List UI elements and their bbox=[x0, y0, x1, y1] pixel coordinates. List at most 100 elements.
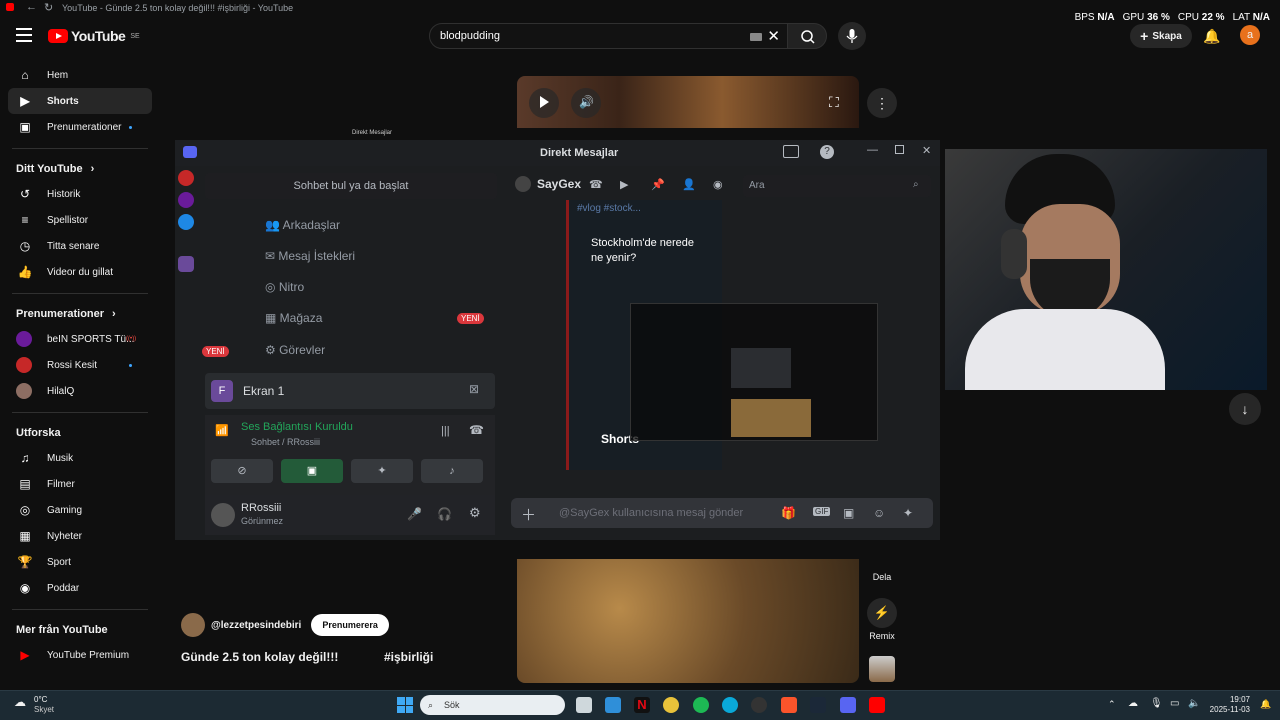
github-icon[interactable] bbox=[751, 697, 767, 713]
task-view-icon[interactable] bbox=[576, 697, 592, 713]
channel-avatar[interactable] bbox=[181, 613, 205, 637]
noise-suppression-icon[interactable]: ||| bbox=[441, 425, 450, 437]
file-explorer-icon[interactable] bbox=[605, 697, 621, 713]
chevron-up-icon[interactable]: ⌃ bbox=[1108, 699, 1116, 710]
sidebar-item-playlists[interactable]: ≡ Spellistor bbox=[0, 207, 160, 233]
help-icon[interactable]: ? bbox=[820, 145, 834, 159]
share-button[interactable]: Dela bbox=[866, 572, 898, 582]
dm-search-input[interactable]: Sohbet bul ya da başlat bbox=[205, 173, 497, 199]
search-input[interactable]: blodpudding ✕ bbox=[429, 23, 791, 49]
youtube-logo[interactable]: YouTube SE bbox=[48, 28, 140, 44]
clear-search-icon[interactable]: ✕ bbox=[767, 27, 780, 45]
sidebar-heading-you[interactable]: Ditt YouTube › bbox=[0, 157, 160, 181]
sidebar-heading-subscriptions[interactable]: Prenumerationer › bbox=[0, 302, 160, 326]
voice-search-button[interactable] bbox=[838, 22, 866, 50]
server-icon[interactable] bbox=[178, 170, 194, 186]
maximize-icon[interactable] bbox=[895, 145, 904, 154]
gif-icon[interactable]: GIF bbox=[813, 507, 831, 516]
screen-share-panel[interactable]: F Ekran 1 ⊠ bbox=[205, 373, 495, 409]
sidebar-item-history[interactable]: ↺ Historik bbox=[0, 181, 160, 207]
sidebar-item-sport[interactable]: 🏆 Sport bbox=[0, 549, 160, 575]
soundboard-button[interactable]: ♪ bbox=[421, 459, 483, 483]
disconnect-icon[interactable]: ☎ bbox=[469, 423, 484, 437]
sidebar-item-watch-later[interactable]: ◷ Titta senare bbox=[0, 233, 160, 259]
sidebar-item-subscriptions[interactable]: ▣ Prenumerationer bbox=[0, 114, 160, 140]
server-icon[interactable] bbox=[178, 214, 194, 230]
sidebar-item-liked[interactable]: 👍 Videor du gillat bbox=[0, 259, 160, 285]
minimize-icon[interactable]: — bbox=[867, 144, 878, 156]
channel-name[interactable]: @lezzetpesindebiri bbox=[211, 620, 301, 631]
mute-microphone-icon[interactable]: 🎤 bbox=[407, 507, 422, 521]
discord-icon[interactable] bbox=[840, 697, 856, 713]
remix-button[interactable]: ⚡ Remix bbox=[866, 598, 898, 641]
shorts-video-player[interactable]: 🔊 ⛶ bbox=[517, 76, 859, 128]
activities-button[interactable]: ✦ bbox=[351, 459, 413, 483]
search-button[interactable] bbox=[787, 23, 827, 49]
search-value[interactable]: blodpudding bbox=[440, 30, 500, 42]
fullscreen-icon[interactable]: ⛶ bbox=[829, 94, 839, 111]
sidebar-item-shorts[interactable]: ▶ Shorts bbox=[8, 88, 152, 114]
quests-nav[interactable]: ⚙ Görevler bbox=[265, 343, 325, 357]
gift-icon[interactable]: 🎁 bbox=[781, 506, 796, 520]
screen-share-button[interactable]: ▣ bbox=[281, 459, 343, 483]
close-icon[interactable]: ✕ bbox=[922, 144, 931, 157]
avatar[interactable] bbox=[211, 503, 235, 527]
sidebar-channel-item[interactable]: HilalQ bbox=[0, 378, 160, 404]
add-friends-icon[interactable]: 👤 bbox=[682, 178, 696, 191]
notifications-bell-icon[interactable]: 🔔 bbox=[1203, 28, 1220, 45]
sidebar-item-movies[interactable]: ▤ Filmer bbox=[0, 471, 160, 497]
subscribe-button[interactable]: Prenumerera bbox=[311, 614, 389, 636]
sidebar-item-podcasts[interactable]: ◉ Poddar bbox=[0, 575, 160, 601]
sidebar-channel-item[interactable]: beIN SPORTS Tü... ((•)) bbox=[0, 326, 160, 352]
add-attachment-icon[interactable]: ＋ bbox=[521, 504, 536, 525]
message-requests-nav[interactable]: ✉ Mesaj İstekleri bbox=[265, 249, 355, 263]
video-hashtag[interactable]: #işbirliği bbox=[384, 650, 433, 664]
volume-button[interactable]: 🔊 bbox=[571, 88, 601, 118]
next-video-button[interactable]: ↓ bbox=[1229, 393, 1261, 425]
network-icon[interactable]: ▭ bbox=[1170, 698, 1179, 709]
call-icon[interactable]: ☎ bbox=[589, 178, 603, 191]
server-icon[interactable] bbox=[178, 192, 194, 208]
video-call-icon[interactable]: ▶ bbox=[620, 178, 628, 191]
close-stream-icon[interactable]: ⊠ bbox=[469, 382, 479, 396]
brave-icon[interactable] bbox=[781, 697, 797, 713]
sidebar-item-gaming[interactable]: ◎ Gaming bbox=[0, 497, 160, 523]
keyboard-icon[interactable] bbox=[750, 33, 762, 41]
microphone-icon[interactable]: 🎙 bbox=[1150, 698, 1163, 709]
message-input[interactable]: ＋ @SayGex kullanıcısına mesaj gönder 🎁 G… bbox=[511, 498, 933, 528]
sidebar-item-premium[interactable]: ▶ YouTube Premium bbox=[0, 642, 160, 668]
apps-icon[interactable]: ✦ bbox=[903, 506, 913, 520]
edge-icon[interactable] bbox=[722, 697, 738, 713]
shorts-video-frame[interactable] bbox=[517, 559, 859, 683]
voice-channel[interactable]: Sohbet / RRossiii bbox=[251, 437, 320, 447]
headphones-icon[interactable]: 🎧 bbox=[437, 507, 452, 521]
spotify-icon[interactable] bbox=[693, 697, 709, 713]
back-arrow-icon[interactable]: ← bbox=[26, 1, 37, 13]
pin-icon[interactable]: 📌 bbox=[651, 178, 665, 191]
inbox-icon[interactable] bbox=[783, 145, 799, 158]
store-nav[interactable]: ▦ Mağaza bbox=[265, 311, 322, 325]
play-button[interactable] bbox=[529, 88, 559, 118]
steam-icon[interactable] bbox=[810, 697, 826, 713]
weather-widget[interactable]: ☁ 0°C Skyet bbox=[14, 695, 54, 715]
netflix-icon[interactable]: N bbox=[634, 697, 650, 713]
sidebar-channel-item[interactable]: Rossi Kesit bbox=[0, 352, 160, 378]
menu-icon[interactable] bbox=[16, 28, 32, 42]
sidebar-item-music[interactable]: ♫ Musik bbox=[0, 445, 160, 471]
youtube-app-icon[interactable] bbox=[869, 697, 885, 713]
avatar[interactable]: a bbox=[1240, 25, 1260, 45]
dm-search-field[interactable]: Ara ⌕ bbox=[743, 175, 931, 197]
speaker-icon[interactable]: 🔈 bbox=[1188, 698, 1200, 709]
discord-window[interactable]: Direkt Mesajlar ? — ✕ Sohbet bul ya da b… bbox=[175, 140, 940, 540]
start-windows-icon[interactable] bbox=[397, 697, 413, 713]
settings-gear-icon[interactable]: ⚙ bbox=[469, 505, 481, 521]
notification-bell-icon[interactable]: 🔔 bbox=[1260, 699, 1271, 710]
sound-thumbnail[interactable] bbox=[869, 656, 895, 682]
clock[interactable]: 19:07 2025-11-03 bbox=[1210, 695, 1250, 715]
more-options-button[interactable]: ⋮ bbox=[867, 88, 897, 118]
sidebar-item-home[interactable]: ⌂ Hem bbox=[0, 62, 160, 88]
friends-nav[interactable]: 👥 Arkadaşlar bbox=[265, 218, 340, 232]
nitro-nav[interactable]: ◎ Nitro bbox=[265, 280, 304, 294]
reload-icon[interactable]: ↻ bbox=[44, 1, 53, 14]
emoji-icon[interactable]: ☺ bbox=[873, 506, 885, 520]
